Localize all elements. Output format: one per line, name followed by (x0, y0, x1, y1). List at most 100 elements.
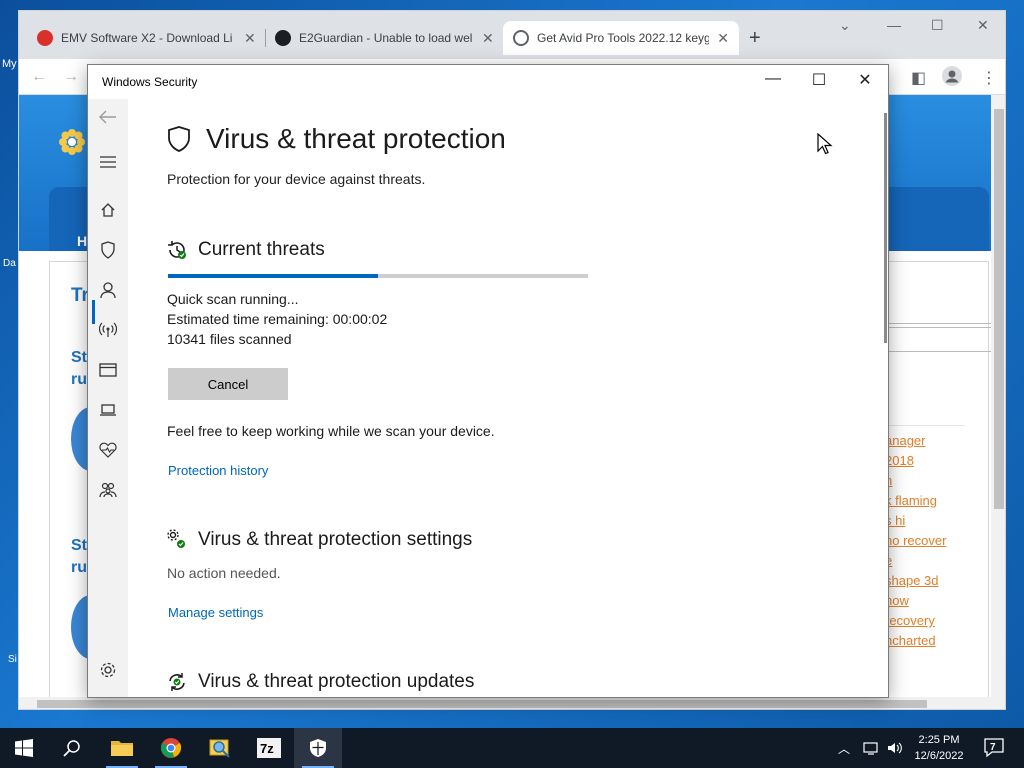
close-tab-icon[interactable]: ✕ (482, 30, 494, 47)
cancel-button[interactable]: Cancel (168, 368, 288, 400)
search-icon (63, 740, 80, 757)
chrome-icon (160, 738, 182, 758)
close-tab-icon[interactable]: ✕ (244, 30, 256, 47)
history-check-icon (168, 241, 186, 259)
desktop-icon-label[interactable]: Da (3, 258, 16, 269)
clock-time: 2:25 PM (918, 734, 960, 746)
page-link[interactable]: no recover (885, 531, 995, 551)
account-icon[interactable] (88, 275, 128, 305)
divider (885, 323, 991, 324)
app-icon (37, 30, 53, 46)
minimize-icon[interactable]: — (758, 70, 788, 88)
search-button[interactable] (48, 728, 96, 768)
device-security-icon[interactable] (88, 395, 128, 425)
windows-security-window: Windows Security — ☐ ✕ Virus & threat pr… (87, 64, 889, 698)
manage-settings-link[interactable]: Manage settings (168, 605, 263, 620)
scan-status: Quick scan running... (167, 291, 299, 307)
browser-tab[interactable]: EMV Software X2 - Download Li ✕ (27, 21, 266, 55)
browser-tab[interactable]: E2Guardian - Unable to load wel ✕ (265, 21, 504, 55)
scan-progress-fill (168, 274, 378, 278)
page-title-text: Virus & threat protection (206, 123, 506, 154)
page-link[interactable]: 2018 (885, 451, 995, 471)
profile-icon[interactable] (941, 65, 963, 92)
tab-title: E2Guardian - Unable to load wel (299, 31, 473, 45)
image-viewer-icon (209, 739, 230, 758)
minimize-icon[interactable]: — (887, 17, 901, 33)
shield-icon (168, 126, 190, 152)
device-health-icon[interactable] (88, 435, 128, 465)
taskbar-windows-security[interactable] (294, 728, 342, 768)
page-link[interactable]: shape 3d (885, 571, 995, 591)
content-fragment[interactable]: ru (71, 371, 87, 389)
desktop-icon-label[interactable]: My (2, 58, 17, 70)
network-status-icon[interactable] (862, 740, 880, 759)
volume-icon[interactable] (886, 740, 902, 759)
close-tab-icon[interactable]: ✕ (717, 30, 729, 47)
window-title: Windows Security (102, 75, 198, 89)
section-title: Current threats (198, 239, 325, 260)
navigation-pane (88, 99, 128, 697)
title-bar[interactable]: Windows Security — ☐ ✕ (88, 65, 888, 99)
taskbar-image-viewer[interactable] (196, 728, 244, 768)
clock-date: 12/6/2022 (914, 750, 964, 762)
close-icon[interactable]: ✕ (977, 17, 989, 34)
back-icon[interactable]: ← (31, 68, 47, 86)
page-link[interactable]: recovery (885, 611, 995, 631)
page-link[interactable]: anager (885, 431, 995, 451)
taskbar-file-explorer[interactable] (98, 728, 146, 768)
taskbar-7zip[interactable]: 7z (245, 728, 293, 768)
system-clock[interactable]: 2:25 PM 12/6/2022 (906, 732, 972, 764)
protection-history-link[interactable]: Protection history (168, 463, 268, 478)
page-link[interactable]: how (885, 591, 995, 611)
page-link[interactable]: k flaming (885, 491, 995, 511)
tab-search-icon[interactable]: ⌄ (839, 17, 851, 34)
updates-heading: Virus & threat protection updates (166, 671, 474, 693)
vertical-scrollbar-thumb[interactable] (994, 109, 1004, 509)
show-hidden-icons-icon[interactable]: ︿ (838, 740, 850, 757)
related-links: anager 2018 n k flaming s hi no recover … (885, 431, 995, 651)
tab-title: EMV Software X2 - Download Li (61, 31, 233, 45)
page-subtitle: Protection for your device against threa… (167, 171, 426, 187)
network-icon[interactable] (88, 315, 128, 345)
tab-strip: EMV Software X2 - Download Li ✕ E2Guardi… (19, 11, 1005, 59)
github-icon (275, 30, 291, 46)
maximize-icon[interactable]: ☐ (931, 17, 944, 34)
taskbar: 7z ︿ 2:25 PM 12/6/2022 7 (0, 728, 1024, 768)
tab-title: Get Avid Pro Tools 2022.12 keyg (537, 31, 710, 45)
divider (885, 425, 965, 426)
horizontal-scrollbar-thumb[interactable] (37, 700, 927, 708)
desktop-icon-label[interactable]: Si (8, 654, 17, 665)
taskbar-chrome[interactable] (147, 728, 195, 768)
start-button[interactable] (0, 728, 48, 768)
app-browser-control-icon[interactable] (88, 355, 128, 385)
hamburger-menu-icon[interactable] (88, 147, 128, 177)
time-remaining: Estimated time remaining: 00:00:02 (167, 311, 388, 327)
divider (885, 351, 991, 352)
page-link[interactable]: ncharted (885, 631, 995, 651)
page-title: Virus & threat protection (166, 123, 506, 155)
close-icon[interactable]: ✕ (850, 70, 880, 90)
notification-count: 7 (990, 742, 996, 753)
settings-gear-icon[interactable] (88, 655, 128, 685)
side-panel-icon[interactable]: ◧ (911, 68, 926, 88)
shield-icon[interactable] (88, 235, 128, 265)
back-icon[interactable] (88, 102, 128, 132)
notification-center-icon[interactable]: 7 (984, 738, 1006, 761)
family-options-icon[interactable] (88, 475, 128, 505)
current-threats-heading: Current threats (166, 239, 325, 261)
page-link[interactable]: s hi (885, 511, 995, 531)
maximize-icon[interactable]: ☐ (804, 70, 834, 90)
keep-working-text: Feel free to keep working while we scan … (167, 423, 495, 439)
forward-icon[interactable]: → (63, 68, 79, 86)
home-icon[interactable] (88, 195, 128, 225)
new-tab-icon[interactable]: + (749, 27, 761, 50)
menu-icon[interactable]: ⋮ (981, 68, 997, 88)
globe-icon (513, 30, 529, 46)
page-link[interactable]: e (885, 551, 995, 571)
page-link[interactable]: n (885, 471, 995, 491)
scrollbar-thumb[interactable] (884, 113, 887, 343)
section-title: Virus & threat protection settings (198, 529, 473, 550)
nav-fragment[interactable]: H (77, 233, 87, 249)
content-fragment[interactable]: ru (71, 559, 87, 577)
browser-tab-active[interactable]: Get Avid Pro Tools 2022.12 keyg ✕ (503, 21, 739, 55)
